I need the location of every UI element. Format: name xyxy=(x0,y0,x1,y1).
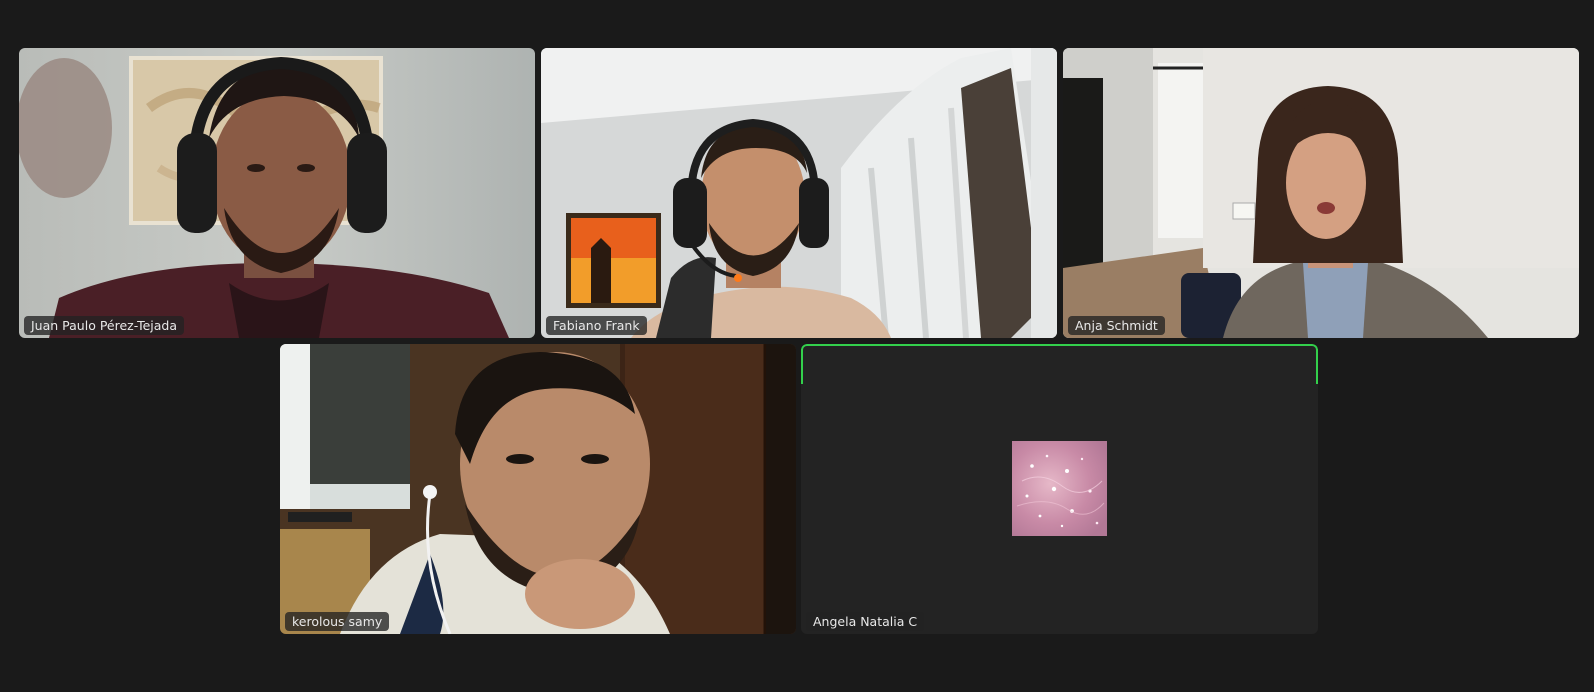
participant-video xyxy=(19,48,535,338)
participant-tile[interactable]: Juan Paulo Pérez-Tejada xyxy=(19,48,535,338)
participant-name-tag: Angela Natalia C xyxy=(806,612,925,631)
participant-video xyxy=(541,48,1057,338)
participant-tile-active-speaker[interactable]: Angela Natalia C xyxy=(801,344,1318,634)
participant-video xyxy=(280,344,796,634)
avatar xyxy=(1012,441,1107,536)
participant-video xyxy=(1063,48,1579,338)
pink-sparkle-avatar-icon xyxy=(1012,441,1107,536)
participant-name-tag: Anja Schmidt xyxy=(1068,316,1165,335)
participant-tile[interactable]: kerolous samy xyxy=(280,344,796,634)
participant-tile[interactable]: Fabiano Frank xyxy=(541,48,1057,338)
meeting-gallery-view: Juan Paulo Pérez-Tejada Fabiano Frank An… xyxy=(0,0,1594,692)
active-speaker-border xyxy=(801,344,1318,384)
participant-tile[interactable]: Anja Schmidt xyxy=(1063,48,1579,338)
participant-name-tag: Juan Paulo Pérez-Tejada xyxy=(24,316,185,335)
participant-name-tag: kerolous samy xyxy=(285,612,390,631)
participant-name-tag: Fabiano Frank xyxy=(546,316,647,335)
